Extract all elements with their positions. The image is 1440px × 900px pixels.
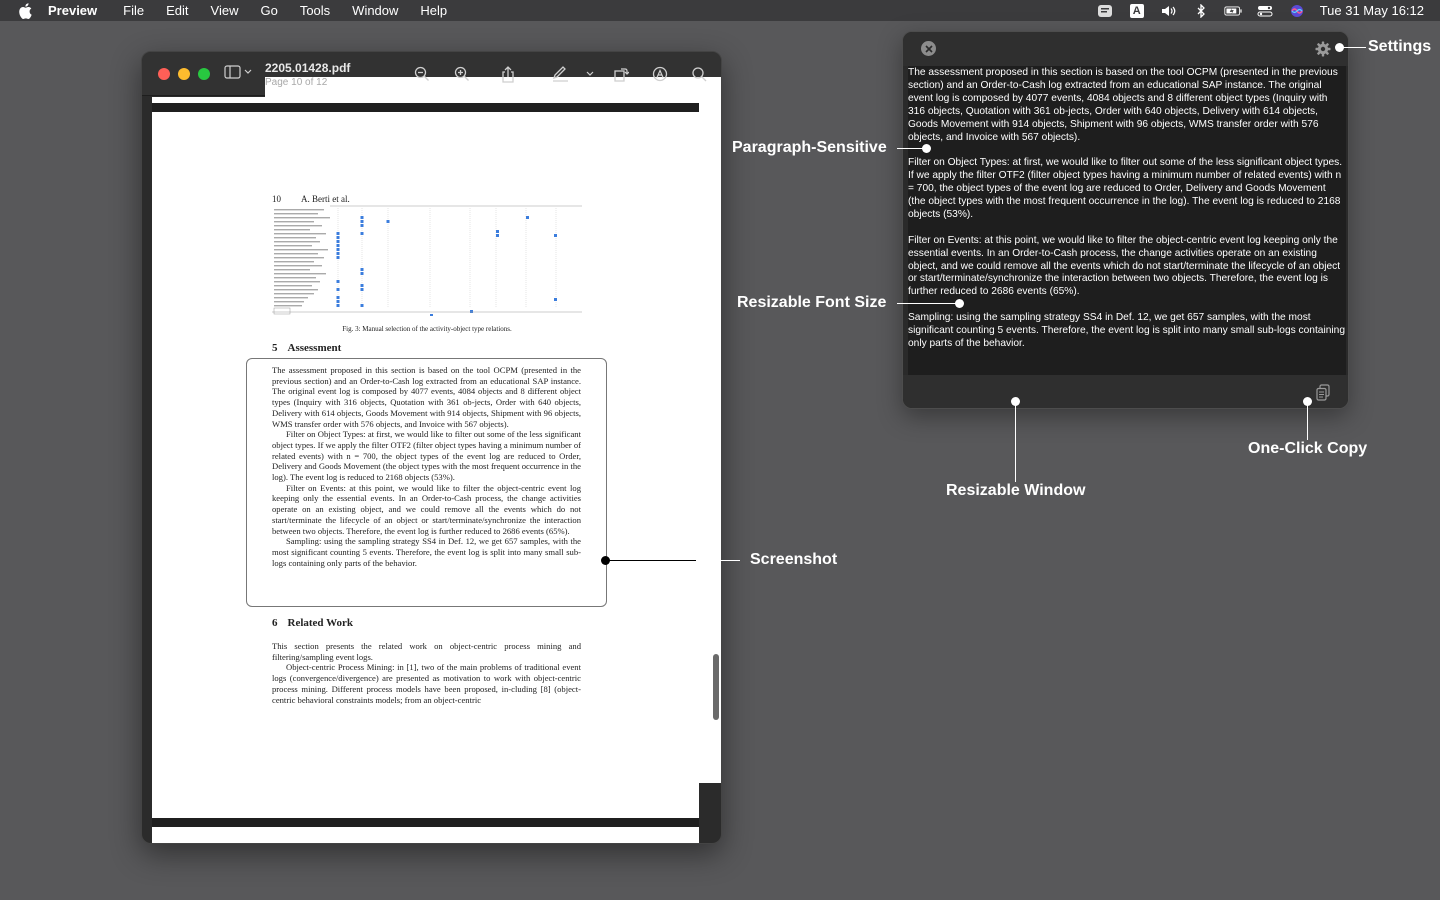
section-5-body: The assessment proposed in this section … xyxy=(272,365,581,568)
rotate-button[interactable] xyxy=(612,65,630,83)
section-5-number: 5 xyxy=(272,342,278,354)
pdf-author: A. Berti et al. xyxy=(301,194,350,204)
section-6-number: 6 xyxy=(272,617,278,629)
input-source-icon[interactable]: A xyxy=(1128,3,1146,18)
close-icon xyxy=(924,44,933,53)
menu-app-name[interactable]: Preview xyxy=(48,3,97,18)
sidebar-icon xyxy=(224,65,241,79)
one-click-copy-callout-line xyxy=(1307,402,1308,440)
zoom-in-icon xyxy=(454,66,469,81)
document-title: 2205.01428.pdf Page 10 of 12 xyxy=(265,61,721,783)
panel-header xyxy=(903,32,1348,66)
chevron-down-icon xyxy=(586,71,594,76)
resizable-font-size-callout-dot xyxy=(955,299,964,308)
apple-menu-icon[interactable] xyxy=(16,2,34,19)
sidebar-toggle-button[interactable] xyxy=(224,65,252,79)
section-5-heading: 5 Assessment xyxy=(272,342,341,354)
recognized-paragraph[interactable]: The assessment proposed in this section … xyxy=(908,67,1346,144)
section-5-paragraph: Filter on Events: at this point, we woul… xyxy=(272,482,581,536)
zoom-window-button[interactable] xyxy=(198,67,210,80)
zoom-in-button[interactable] xyxy=(453,65,471,83)
copy-icon[interactable] xyxy=(1316,384,1330,401)
recognized-paragraph[interactable]: Filter on Object Types: at first, we wou… xyxy=(908,157,1346,222)
pdf-page-number: 10 xyxy=(272,194,281,204)
paragraph-sensitive-callout-label: Paragraph-Sensitive xyxy=(732,139,887,156)
chevron-down-icon xyxy=(244,69,252,74)
previous-page xyxy=(152,97,699,103)
panel-footer xyxy=(903,375,1348,408)
window-controls xyxy=(158,67,210,80)
preview-toolbar: 2205.01428.pdf Page 10 of 12 xyxy=(142,52,721,783)
section-5-paragraph: Filter on Object Types: at first, we wou… xyxy=(272,429,581,483)
screenshot-callout-line xyxy=(696,560,740,561)
section-6-title: Related Work xyxy=(287,617,354,629)
panel-close-button[interactable] xyxy=(921,41,936,56)
section-6-heading: 6 Related Work xyxy=(272,617,353,629)
menu-tools[interactable]: Tools xyxy=(300,3,330,18)
section-5-paragraph: The assessment proposed in this section … xyxy=(272,365,581,429)
menu-edit[interactable]: Edit xyxy=(166,3,188,18)
preview-window: 2205.01428.pdf Page 10 of 12 10 A. Berti… xyxy=(141,51,722,844)
gear-icon[interactable] xyxy=(1315,41,1331,57)
menu-view[interactable]: View xyxy=(211,3,239,18)
zoom-out-button[interactable] xyxy=(413,65,431,83)
text-capture-panel[interactable]: The assessment proposed in this section … xyxy=(902,31,1349,409)
section-6-body: This section presents the related work o… xyxy=(272,641,581,705)
pencil-icon xyxy=(552,66,568,82)
menu-go[interactable]: Go xyxy=(260,3,277,18)
markup-circle-icon xyxy=(652,66,668,82)
document-view[interactable]: 10 A. Berti et al. Fig. 3: Manual select… xyxy=(152,97,699,843)
pdf-running-head: 10 A. Berti et al. xyxy=(272,194,350,204)
settings-callout-label: Settings xyxy=(1368,38,1432,55)
section-5-paragraph: Sampling: using the sampling strategy SS… xyxy=(272,536,581,568)
siri-icon[interactable] xyxy=(1288,4,1306,18)
resizable-font-size-callout-line xyxy=(897,303,959,304)
resizable-window-callout-line xyxy=(1015,402,1016,482)
text-grab-app-icon[interactable] xyxy=(1096,4,1114,18)
battery-icon[interactable] xyxy=(1224,4,1242,18)
resizable-window-callout-label: Resizable Window xyxy=(946,482,1086,499)
resizable-font-size-callout-label: Resizable Font Size xyxy=(737,294,887,311)
volume-icon[interactable] xyxy=(1160,4,1178,18)
search-button[interactable] xyxy=(690,65,708,83)
settings-callout-line xyxy=(1340,47,1366,48)
rotate-icon xyxy=(614,68,629,82)
document-file-name: 2205.01428.pdf xyxy=(265,61,351,75)
pdf-page: 10 A. Berti et al. Fig. 3: Manual select… xyxy=(152,112,699,818)
screenshot-callout-label: Screenshot xyxy=(750,551,838,568)
share-icon xyxy=(502,65,514,83)
section-6-paragraph: This section presents the related work o… xyxy=(272,641,581,662)
section-6-paragraph: Object-centric Process Mining: in [1], t… xyxy=(272,662,581,705)
share-button[interactable] xyxy=(499,65,517,83)
paragraph-sensitive-callout-dot xyxy=(922,144,931,153)
menu-bar: Preview File Edit View Go Tools Window H… xyxy=(0,0,1440,21)
minimize-window-button[interactable] xyxy=(178,67,190,80)
bluetooth-icon[interactable] xyxy=(1192,3,1210,18)
screenshot-callout-line-inner xyxy=(606,560,696,561)
menu-help[interactable]: Help xyxy=(420,3,447,18)
search-icon xyxy=(691,66,706,81)
figure-caption: Fig. 3: Manual selection of the activity… xyxy=(342,325,512,333)
markup-button[interactable] xyxy=(551,65,569,83)
menubar-clock[interactable]: Tue 31 May 16:12 xyxy=(1320,3,1424,18)
control-center-icon[interactable] xyxy=(1256,4,1274,18)
one-click-copy-callout-label: One-Click Copy xyxy=(1248,440,1368,457)
recognized-paragraph[interactable]: Sampling: using the sampling strategy SS… xyxy=(908,312,1346,351)
zoom-out-icon xyxy=(414,66,429,81)
section-5-title: Assessment xyxy=(287,342,342,354)
annotate-button[interactable] xyxy=(651,65,669,83)
next-page xyxy=(152,827,699,843)
markup-options-button[interactable] xyxy=(581,65,599,83)
menu-window[interactable]: Window xyxy=(352,3,398,18)
menu-file[interactable]: File xyxy=(123,3,144,18)
recognized-paragraph[interactable]: Filter on Events: at this point, we woul… xyxy=(908,235,1346,300)
vertical-scrollbar[interactable] xyxy=(713,654,719,720)
figure-activity-object-relations xyxy=(272,204,582,316)
recognized-text-area[interactable]: The assessment proposed in this section … xyxy=(908,66,1346,375)
close-window-button[interactable] xyxy=(158,67,170,80)
